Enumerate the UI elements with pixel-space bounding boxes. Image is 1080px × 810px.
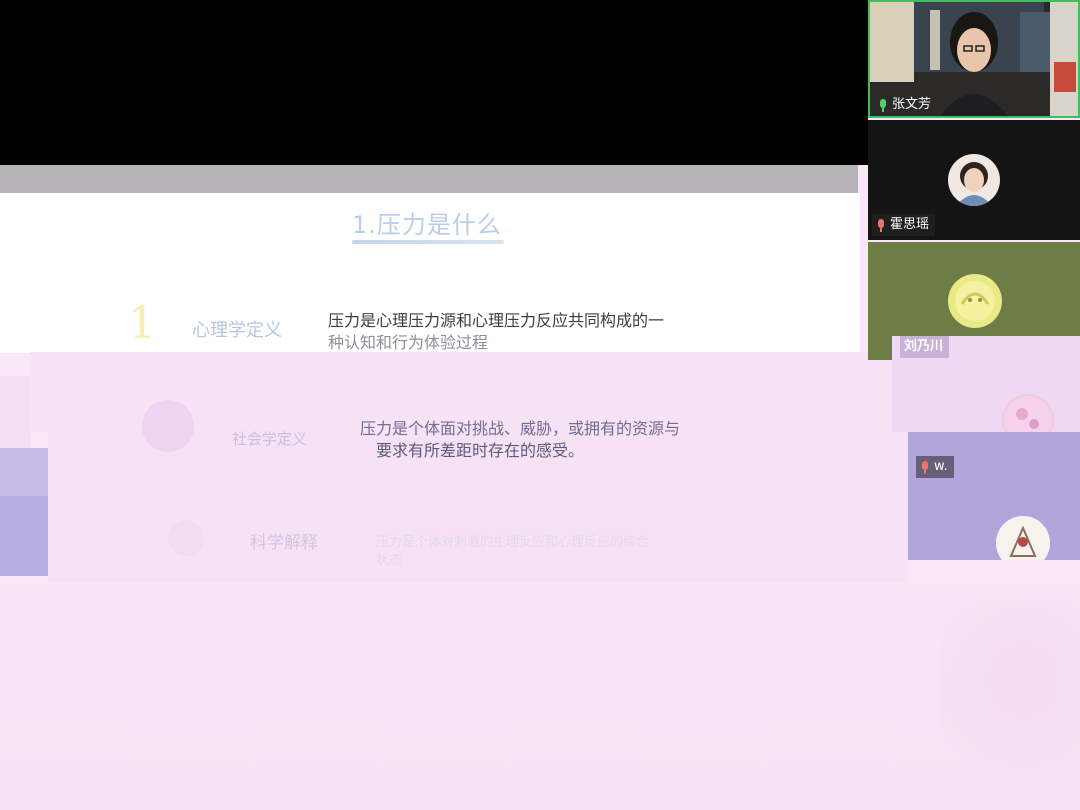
participant-name: w.: [934, 459, 948, 474]
avatar: [996, 516, 1050, 560]
definition-line: 压力是个体面对挑战、威胁，或拥有的资源与: [360, 419, 681, 438]
avatar: [948, 274, 1002, 328]
participant-name-tag: 张文芳: [874, 94, 937, 116]
term-label: 科学解释: [250, 533, 318, 553]
meeting-window: 1.压力是什么 1 心理学定义 压力是心理压力源和心理压力反应共同构成的一 种认…: [0, 0, 1080, 810]
avatar: [948, 154, 1000, 206]
definition-line: 压力是个体对刺激的生理反应和心理反应的综合: [376, 535, 650, 550]
microphone-muted-icon: [876, 218, 886, 232]
shared-screen-top: [0, 0, 868, 165]
microphone-icon: [878, 98, 888, 112]
definition-line: 要求有所差距时存在的感受。: [376, 441, 585, 460]
participant-name-tag: 霍思瑶: [872, 214, 936, 236]
participant-sidebar: 张文芳 霍思瑶 刘乃川 w.: [868, 0, 1080, 560]
slide-title-underline: [352, 240, 504, 244]
slide-top-strip: [0, 165, 858, 193]
overlay-band: [0, 496, 48, 576]
participant-tile[interactable]: 张文芳: [868, 0, 1080, 118]
definition-line: 种认知和行为体验过程: [328, 333, 489, 352]
slide-number: 1: [128, 298, 156, 349]
overlay-band: [0, 376, 30, 448]
term-label: 社会学定义: [232, 430, 308, 448]
participant-tile[interactable]: w.: [908, 432, 1080, 560]
definition-line: 状态: [376, 553, 403, 568]
slide-title: 1.压力是什么: [352, 211, 502, 239]
participant-name: 张文芳: [892, 97, 932, 112]
row-decoration: [142, 400, 194, 452]
definition-line: 压力是心理压力源和心理压力反应共同构成的一: [328, 311, 665, 330]
participant-name-tag: w.: [916, 456, 954, 478]
background-glow: [940, 600, 1080, 800]
participant-tile[interactable]: 刘乃川: [892, 336, 1080, 432]
row-decoration: [168, 520, 204, 556]
participant-name: 刘乃川: [904, 339, 944, 354]
avatar: [1002, 394, 1054, 432]
participant-name-tag: 刘乃川: [900, 336, 950, 358]
participant-tile[interactable]: 霍思瑶: [868, 120, 1080, 240]
microphone-muted-icon: [920, 460, 930, 474]
participant-name: 霍思瑶: [890, 217, 930, 232]
term-label: 心理学定义: [192, 320, 282, 341]
